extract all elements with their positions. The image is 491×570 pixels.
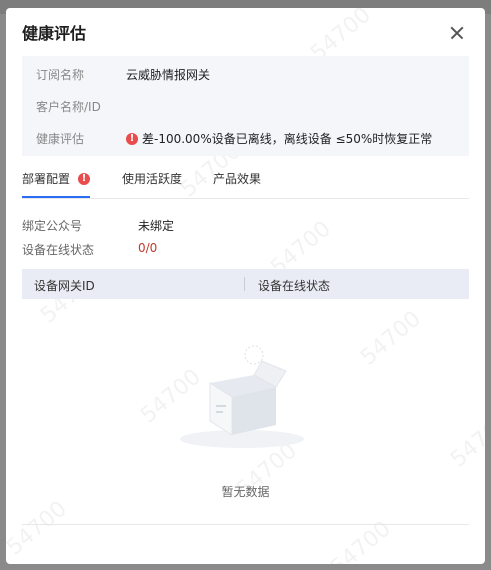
customer-label: 客户名称/ID [36,100,101,114]
error-icon: ! [126,132,138,145]
info-row-customer: 客户名称/ID [36,98,126,115]
column-divider [244,277,245,291]
info-row-subscription: 订阅名称 云威胁情报网关 [36,66,210,83]
column-header-online-status: 设备在线状态 [258,279,331,293]
field-device-online: 设备在线状态 0/0 [22,241,157,258]
subscription-label: 订阅名称 [36,68,85,82]
empty-text: 暂无数据 [221,485,270,499]
subscription-value: 云威胁情报网关 [126,68,211,82]
tab-label: 使用活跃度 [122,172,183,186]
device-online-label: 设备在线状态 [22,243,95,257]
field-official-account: 绑定公众号 未绑定 [22,217,174,234]
tab-label: 产品效果 [213,172,262,186]
tab-product-effect[interactable]: 产品效果 [213,170,261,187]
table-header: 设备网关ID 设备在线状态 [22,269,469,299]
modal-title: 健康评估 [22,24,87,43]
tab-usage-activity[interactable]: 使用活跃度 [122,170,182,187]
alert-icon: ! [78,172,91,185]
active-tab-indicator [22,196,90,198]
health-assessment-modal: 54700 54700 54700 54700 54700 54700 5470… [6,8,485,564]
column-header-gateway-id: 设备网关ID [34,279,95,293]
official-account-label: 绑定公众号 [22,219,83,233]
health-value: 差-100.00%设备已离线，离线设备 ≤50%时恢复正常 [142,132,433,146]
health-label: 健康评估 [36,132,85,146]
info-row-health: 健康评估 ! 差-100.00%设备已离线，离线设备 ≤50%时恢复正常 [36,130,432,147]
close-icon[interactable] [446,24,470,42]
empty-state: 暂无数据 [22,299,469,525]
official-account-value: 未绑定 [138,219,175,233]
tab-bar: 部署配置 ! 使用活跃度 产品效果 [22,168,469,199]
device-online-value: 0/0 [138,241,158,255]
empty-box-icon [180,345,304,448]
tab-deploy-config[interactable]: 部署配置 ! [22,170,91,198]
subscription-info-panel: 订阅名称 云威胁情报网关 客户名称/ID 健康评估 ! 差-100.00%设备已… [22,56,469,156]
tab-label: 部署配置 [22,172,71,186]
health-value-wrap: ! 差-100.00%设备已离线，离线设备 ≤50%时恢复正常 [126,130,432,147]
